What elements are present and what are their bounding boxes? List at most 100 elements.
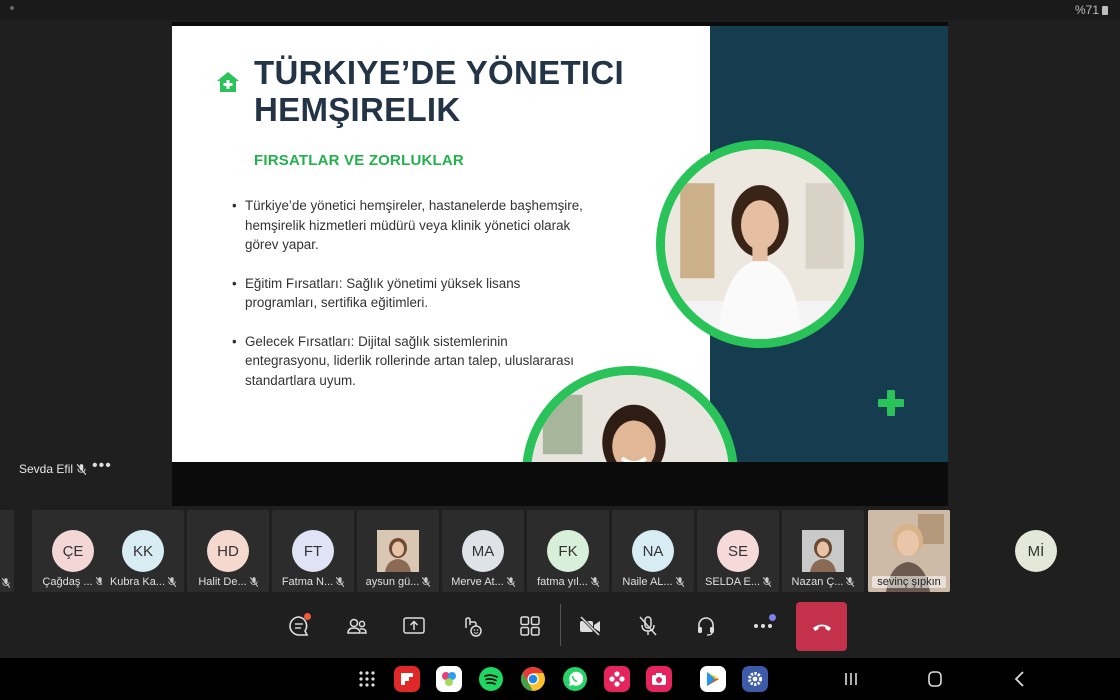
participant-label: Nazan Ç... bbox=[786, 576, 860, 588]
participant-name: Naile AL... bbox=[622, 576, 673, 588]
mic-off-icon bbox=[639, 616, 657, 636]
participant-avatar: FT bbox=[292, 530, 334, 572]
camera-icon[interactable] bbox=[646, 666, 672, 692]
chat-button[interactable] bbox=[281, 608, 317, 644]
slide-bullet: Eğitim Fırsatları: Sağlık yönetimi yükse… bbox=[232, 274, 592, 313]
participant-name: sevinç şıpkın bbox=[877, 576, 941, 588]
presentation-slide: TÜRKIYE’DE YÖNETICI HEMŞIRELIK FIRSATLAR… bbox=[172, 26, 948, 462]
chrome-icon[interactable] bbox=[520, 666, 546, 692]
participant-photo bbox=[802, 530, 844, 572]
participant-name: SELDA E... bbox=[704, 576, 761, 588]
participant-name: Merve At... bbox=[451, 576, 504, 588]
camera-toggle-button[interactable] bbox=[572, 608, 608, 644]
participant-name: Kubra Ka... bbox=[109, 576, 166, 588]
meeting-toolbar bbox=[0, 594, 1120, 658]
mic-muted-icon bbox=[846, 577, 855, 587]
participant-tile[interactable]: MA Merve At... bbox=[442, 510, 524, 592]
nurse-portrait-image bbox=[665, 149, 855, 339]
participant-tile[interactable]: KK Kubra Ka... bbox=[102, 510, 184, 592]
participant-avatar: MA bbox=[462, 530, 504, 572]
participant-avatar: HD bbox=[207, 530, 249, 572]
slide-title: TÜRKIYE’DE YÖNETICI HEMŞIRELIK bbox=[254, 54, 624, 128]
participant-tile[interactable]: Nazan Ç... bbox=[782, 510, 864, 592]
reactions-icon bbox=[465, 617, 482, 637]
participant-tile-partial[interactable] bbox=[0, 510, 14, 592]
people-button[interactable] bbox=[339, 608, 375, 644]
participant-avatar: FK bbox=[547, 530, 589, 572]
status-bar: %71 bbox=[0, 0, 1120, 20]
participant-avatar: ÇE bbox=[52, 530, 94, 572]
participant-label: aysun gü... bbox=[361, 576, 435, 588]
participant-label: SELDA E... bbox=[701, 576, 775, 588]
participant-name: Halit De... bbox=[198, 576, 247, 588]
reactions-button[interactable] bbox=[454, 608, 490, 644]
battery-indicator: %71 bbox=[1075, 3, 1108, 17]
participant-avatar: NA bbox=[632, 530, 674, 572]
participant-label: Kubra Ka... bbox=[106, 576, 180, 588]
presenter-name: Sevda Efil bbox=[19, 462, 74, 476]
participant-label: fatma yıl... bbox=[531, 576, 605, 588]
participant-name: Fatma N... bbox=[281, 576, 334, 588]
android-nav-bar bbox=[0, 658, 1120, 700]
mic-muted-icon bbox=[590, 577, 599, 587]
back-nav-icon[interactable] bbox=[1009, 668, 1031, 690]
participant-avatar: Mİ bbox=[1015, 530, 1057, 572]
settings-icon[interactable] bbox=[742, 666, 768, 692]
participant-name: aysun gü... bbox=[365, 576, 420, 588]
slide-bullet: Türkiye’de yönetici hemşireler, hastanel… bbox=[232, 196, 592, 255]
play-store-icon[interactable] bbox=[700, 666, 726, 692]
mic-muted-icon bbox=[168, 577, 177, 587]
presenter-more-button[interactable]: ••• bbox=[92, 457, 112, 475]
participant-tile[interactable]: FT Fatma N... bbox=[272, 510, 354, 592]
flipboard-icon[interactable] bbox=[394, 666, 420, 692]
participant-avatar: KK bbox=[122, 530, 164, 572]
participant-tile[interactable]: NA Naile AL... bbox=[612, 510, 694, 592]
share-screen-icon bbox=[403, 617, 425, 634]
people-icon bbox=[347, 618, 367, 634]
participant-photo bbox=[377, 530, 419, 572]
view-grid-icon bbox=[520, 616, 540, 636]
audio-device-button[interactable] bbox=[688, 608, 724, 644]
end-call-icon bbox=[812, 624, 831, 631]
bixby-icon[interactable] bbox=[604, 666, 630, 692]
screen: %71 TÜRKIYE’DE YÖNETICI HEMŞIRELIK FIRSA… bbox=[0, 0, 1120, 700]
participant-name: Nazan Ç... bbox=[791, 576, 844, 588]
home-nav-icon[interactable] bbox=[924, 668, 946, 690]
participant-label: sevinç şıpkın bbox=[872, 576, 946, 588]
notification-dot-icon bbox=[10, 6, 14, 10]
participant-strip: ÇE Çağdaş ... KK Kubra Ka... HD Halit De... FT… bbox=[0, 508, 1120, 594]
toolbar-divider bbox=[560, 604, 561, 646]
app-drawer-icon[interactable] bbox=[357, 669, 377, 689]
spotify-icon[interactable] bbox=[478, 666, 504, 692]
more-badge bbox=[769, 614, 776, 621]
participant-label: Merve At... bbox=[446, 576, 520, 588]
gallery-icon[interactable] bbox=[436, 666, 462, 692]
mic-muted-icon bbox=[422, 577, 431, 587]
whatsapp-icon[interactable] bbox=[562, 666, 588, 692]
headset-icon bbox=[698, 617, 714, 636]
mic-toggle-button[interactable] bbox=[630, 608, 666, 644]
view-grid-button[interactable] bbox=[512, 608, 548, 644]
participant-label: Fatma N... bbox=[276, 576, 350, 588]
participant-name: Çağdaş ... bbox=[42, 576, 93, 588]
mic-muted-icon bbox=[763, 577, 772, 587]
participant-tile[interactable]: Mİ bbox=[952, 510, 1120, 592]
leave-call-button[interactable] bbox=[796, 602, 847, 651]
participant-tile[interactable]: HD Halit De... bbox=[187, 510, 269, 592]
recent-apps-icon[interactable] bbox=[840, 668, 862, 690]
camera-off-icon bbox=[579, 615, 601, 637]
participant-tile[interactable]: SE SELDA E... bbox=[697, 510, 779, 592]
participant-tile[interactable]: FK fatma yıl... bbox=[527, 510, 609, 592]
share-screen-button[interactable] bbox=[396, 608, 432, 644]
more-options-button[interactable] bbox=[745, 608, 781, 644]
presenter-label: Sevda Efil bbox=[19, 462, 87, 476]
participant-tile[interactable]: sevinç şıpkın bbox=[868, 510, 950, 592]
mic-muted-icon bbox=[506, 577, 515, 587]
chat-badge bbox=[304, 613, 311, 620]
participant-tile[interactable]: aysun gü... bbox=[357, 510, 439, 592]
battery-icon bbox=[1102, 5, 1108, 15]
slide-bullet-list: Türkiye’de yönetici hemşireler, hastanel… bbox=[232, 196, 592, 409]
slide-bullet: Gelecek Fırsatları: Dijital sağlık siste… bbox=[232, 332, 592, 391]
participant-avatar bbox=[377, 530, 419, 572]
participant-avatar bbox=[802, 530, 844, 572]
